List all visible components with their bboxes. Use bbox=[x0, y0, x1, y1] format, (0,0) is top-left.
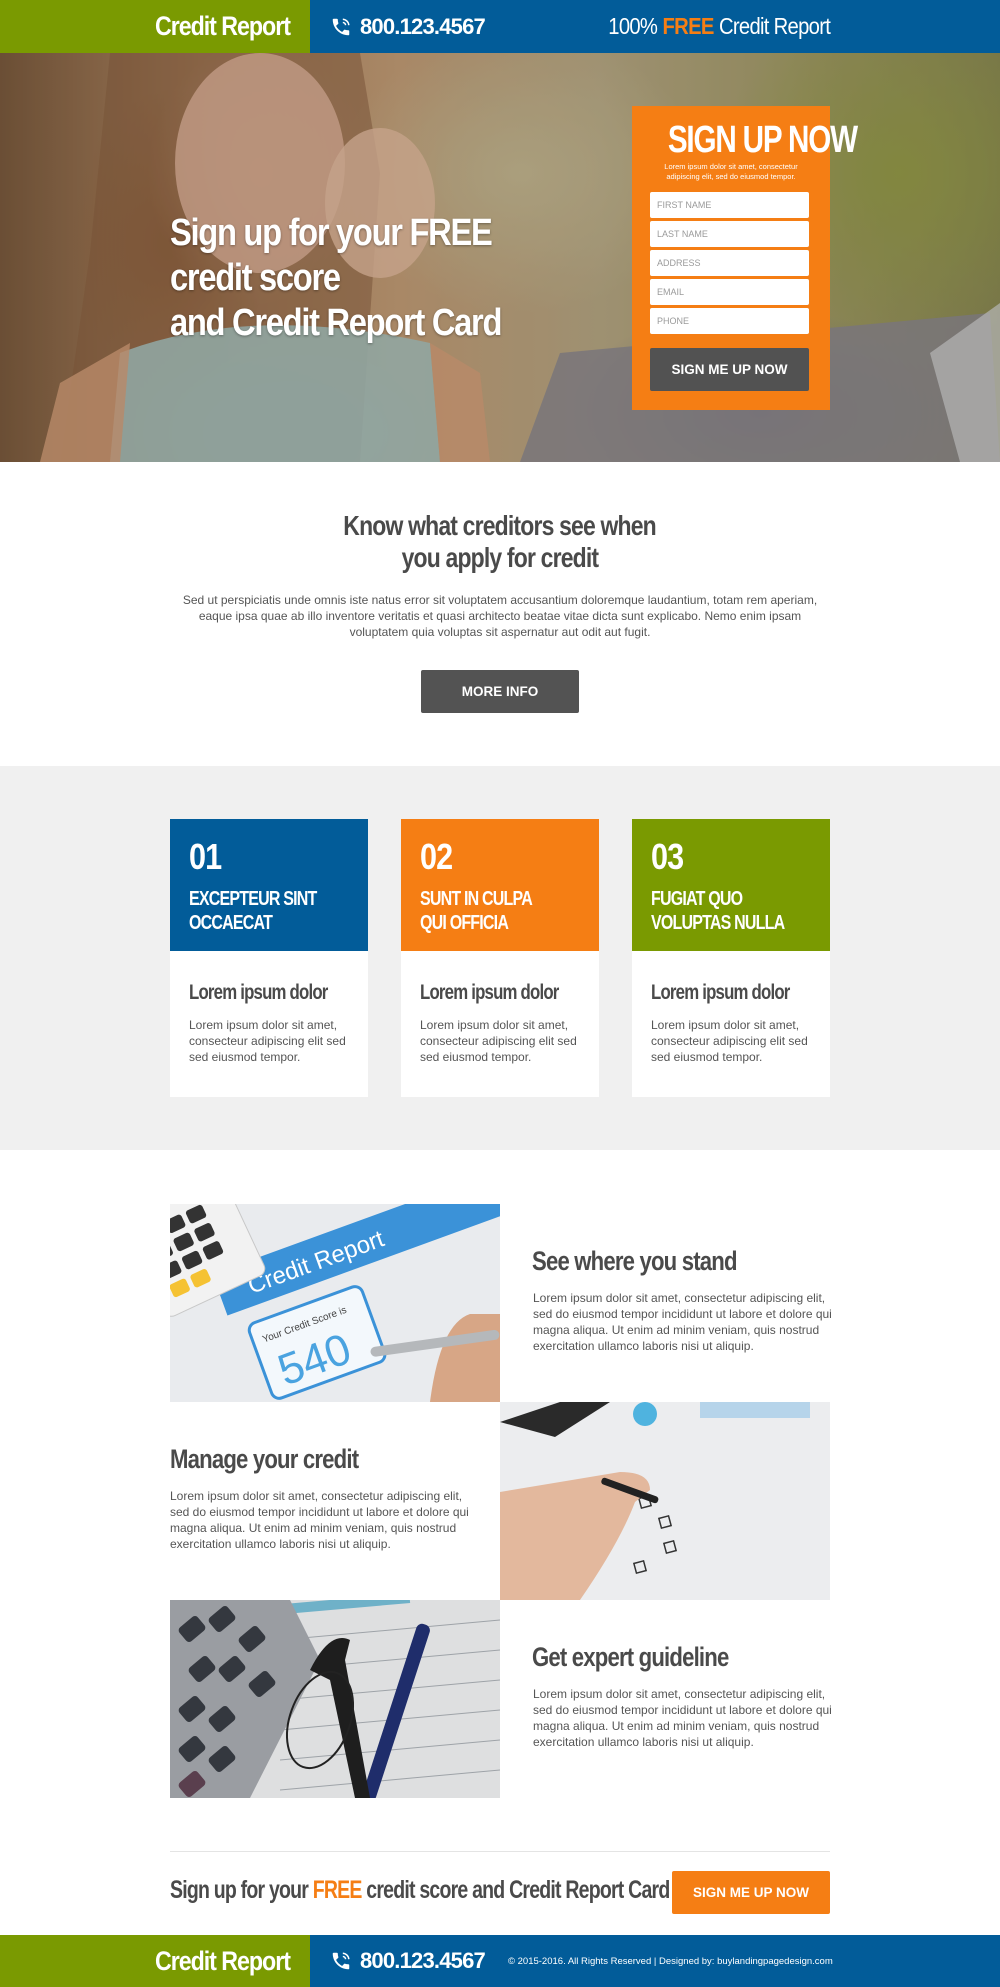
step-title: SUNT IN CULPA QUI OFFICIA bbox=[420, 888, 533, 934]
address-input[interactable] bbox=[650, 250, 809, 276]
step-body-title: Lorem ipsum dolor bbox=[420, 981, 559, 1004]
signup-form: SIGN UP NOW Lorem ipsum dolor sit amet, … bbox=[632, 106, 858, 410]
credit-report-illustration: Credit Report Your Credit Score is 540 bbox=[170, 1204, 500, 1402]
intro-title: Know what creditors see when you apply f… bbox=[0, 510, 1000, 574]
cta-sign-me-up-button[interactable]: SIGN ME UP NOW bbox=[672, 1871, 830, 1914]
step-number: 02 bbox=[420, 836, 453, 877]
signup-form-subtitle: Lorem ipsum dolor sit amet, consectetur … bbox=[664, 162, 798, 181]
intro-text: Sed ut perspiciatis unde omnis iste natu… bbox=[182, 593, 818, 639]
header-logo-panel: Credit Report bbox=[0, 0, 310, 53]
step-body-text: Lorem ipsum dolor sit amet, consecteur a… bbox=[420, 1018, 577, 1064]
cta-divider bbox=[170, 1851, 830, 1852]
step-title: EXCEPTEUR SINT OCCAECAT bbox=[189, 888, 317, 934]
checklist-photo bbox=[500, 1402, 830, 1600]
footer-logo-panel: Credit Report bbox=[0, 1935, 310, 1987]
step-body-title: Lorem ipsum dolor bbox=[189, 981, 328, 1004]
feature-text: Lorem ipsum dolor sit amet, consectetur … bbox=[170, 1489, 469, 1551]
more-info-button[interactable]: MORE INFO bbox=[421, 670, 579, 713]
feature-text: Lorem ipsum dolor sit amet, consectetur … bbox=[533, 1291, 832, 1353]
credit-report-photo: Credit Report Your Credit Score is 540 bbox=[170, 1204, 500, 1402]
last-name-input[interactable] bbox=[650, 221, 809, 247]
banner-suffix: Credit Report bbox=[718, 13, 831, 39]
step-title: FUGIAT QUO VOLUPTAS NULLA bbox=[651, 888, 785, 934]
feature-title: See where you stand bbox=[532, 1246, 737, 1276]
phone-icon bbox=[332, 1952, 350, 1970]
hero-headline: Sign up for your FREE credit score and C… bbox=[170, 211, 566, 346]
step-card: 01 EXCEPTEUR SINT OCCAECAT Lorem ipsum d… bbox=[170, 819, 368, 1097]
checklist-illustration bbox=[500, 1402, 830, 1600]
step-body-text: Lorem ipsum dolor sit amet, consecteur a… bbox=[651, 1018, 808, 1064]
step-card-body: Lorem ipsum dolor Lorem ipsum dolor sit … bbox=[170, 951, 368, 1065]
email-input[interactable] bbox=[650, 279, 809, 305]
intro-title-line-1: Know what creditors see when bbox=[343, 510, 657, 541]
step-number: 03 bbox=[651, 836, 684, 877]
phone-icon bbox=[332, 17, 350, 35]
calculator-photo bbox=[170, 1600, 500, 1798]
feature-text: Lorem ipsum dolor sit amet, consectetur … bbox=[533, 1687, 832, 1749]
copyright-text: © 2015-2016. All Rights Reserved | Desig… bbox=[508, 1955, 833, 1967]
cta-text: Sign up for your FREE credit score and C… bbox=[170, 1876, 670, 1905]
intro-title-line-2: you apply for credit bbox=[401, 542, 599, 573]
logo[interactable]: Credit Report bbox=[155, 0, 291, 53]
header-phone-number: 800.123.4567 bbox=[360, 13, 486, 39]
footer-logo[interactable]: Credit Report bbox=[155, 1935, 291, 1987]
step-card-header: 02 SUNT IN CULPA QUI OFFICIA bbox=[401, 819, 599, 951]
banner-prefix: 100% bbox=[608, 13, 658, 39]
header-phone[interactable]: 800.123.4567 bbox=[330, 0, 486, 53]
step-card-header: 03 FUGIAT QUO VOLUPTAS NULLA bbox=[632, 819, 830, 951]
step-number: 01 bbox=[189, 836, 222, 877]
footer-info-panel: 800.123.4567 © 2015-2016. All Rights Res… bbox=[310, 1935, 1000, 1987]
free-report-banner: 100% FREE Credit Report bbox=[608, 0, 831, 53]
step-card-body: Lorem ipsum dolor Lorem ipsum dolor sit … bbox=[632, 951, 830, 1065]
hero-headline-line-2: and Credit Report Card bbox=[170, 302, 502, 344]
top-header: Credit Report 800.123.4567 100% FREE Cre… bbox=[0, 0, 1000, 53]
footer: Credit Report 800.123.4567 © 2015-2016. … bbox=[0, 1935, 1000, 1987]
footer-phone-number: 800.123.4567 bbox=[360, 1948, 486, 1973]
footer-phone[interactable]: 800.123.4567 bbox=[330, 1935, 486, 1987]
first-name-input[interactable] bbox=[650, 192, 809, 218]
header-info-panel: 800.123.4567 100% FREE Credit Report bbox=[310, 0, 1000, 53]
feature-title: Get expert guideline bbox=[532, 1642, 729, 1672]
phone-input[interactable] bbox=[650, 308, 809, 334]
cta-text-suffix: credit score and Credit Report Card bbox=[366, 1876, 670, 1904]
step-card-body: Lorem ipsum dolor Lorem ipsum dolor sit … bbox=[401, 951, 599, 1065]
cta-text-prefix: Sign up for your bbox=[170, 1876, 309, 1904]
step-card: 02 SUNT IN CULPA QUI OFFICIA Lorem ipsum… bbox=[401, 819, 599, 1097]
calculator-illustration bbox=[170, 1600, 500, 1798]
step-card: 03 FUGIAT QUO VOLUPTAS NULLA Lorem ipsum… bbox=[632, 819, 830, 1097]
hero-section: Sign up for your FREE credit score and C… bbox=[0, 53, 1000, 462]
feature-title: Manage your credit bbox=[170, 1444, 359, 1474]
sign-me-up-button[interactable]: SIGN ME UP NOW bbox=[650, 348, 809, 391]
banner-highlight: FREE bbox=[662, 13, 714, 39]
step-card-header: 01 EXCEPTEUR SINT OCCAECAT bbox=[170, 819, 368, 951]
cta-text-highlight: FREE bbox=[312, 1876, 363, 1904]
signup-form-title: SIGN UP NOW bbox=[667, 119, 858, 161]
step-body-text: Lorem ipsum dolor sit amet, consecteur a… bbox=[189, 1018, 346, 1064]
hero-headline-line-1: Sign up for your FREE credit score bbox=[170, 212, 493, 299]
step-body-title: Lorem ipsum dolor bbox=[651, 981, 790, 1004]
